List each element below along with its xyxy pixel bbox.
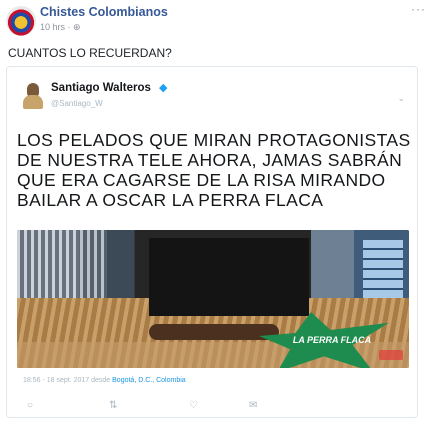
media-stripes [17,230,107,300]
page-name-link[interactable]: Chistes Colombianos [40,5,168,19]
globe-icon: · ⊕ [67,22,81,32]
like-icon[interactable]: ♡ [189,400,198,411]
media-overlay-text: LA PERRA FLACA [292,335,372,345]
media-figure [149,324,279,340]
reply-icon[interactable]: ○ [27,400,33,411]
tweet-actions: ○ ⇅ ♡ ✉ [27,400,267,414]
direct-message-icon[interactable]: ✉ [249,400,257,411]
media-channel-badge [379,350,403,360]
tweet-author-name[interactable]: Santiago Walteros [51,82,151,94]
tweet-author-handle[interactable]: @Santiago_W [51,99,103,108]
chevron-down-icon[interactable]: ⌄ [397,93,405,104]
post-caption: CUANTOS LO RECUERDAN? [8,46,172,60]
tweet-location[interactable]: Bogotá, D.C., Colombia [112,377,186,384]
media-dark-panel [149,238,309,316]
post-header: Chistes Colombianos 10 hrs · ⊕ ··· [4,2,432,38]
more-options-icon[interactable]: ··· [411,2,426,16]
post-time[interactable]: 10 hrs [40,22,65,32]
embedded-tweet[interactable]: Santiago Walteros ◆ @Santiago_W ⌄ LOS PE… [6,66,418,418]
tweet-media-image[interactable]: LA PERRA FLACA [17,230,409,368]
tweet-timestamp[interactable]: 18:56 - 18 sept. 2017 desde Bogotá, D.C.… [23,377,186,384]
verified-badge-icon: ◆ [159,82,168,94]
post-meta: 10 hrs · ⊕ [40,22,81,33]
tweet-text: LOS PELADOS QUE MIRAN PROTAGONISTAS DE N… [17,130,411,210]
media-window [363,240,403,298]
tweet-author-avatar[interactable] [21,81,45,111]
page-avatar[interactable] [6,6,36,36]
retweet-icon[interactable]: ⇅ [109,400,117,411]
tweet-date[interactable]: 18:56 - 18 sept. 2017 desde [23,377,110,384]
